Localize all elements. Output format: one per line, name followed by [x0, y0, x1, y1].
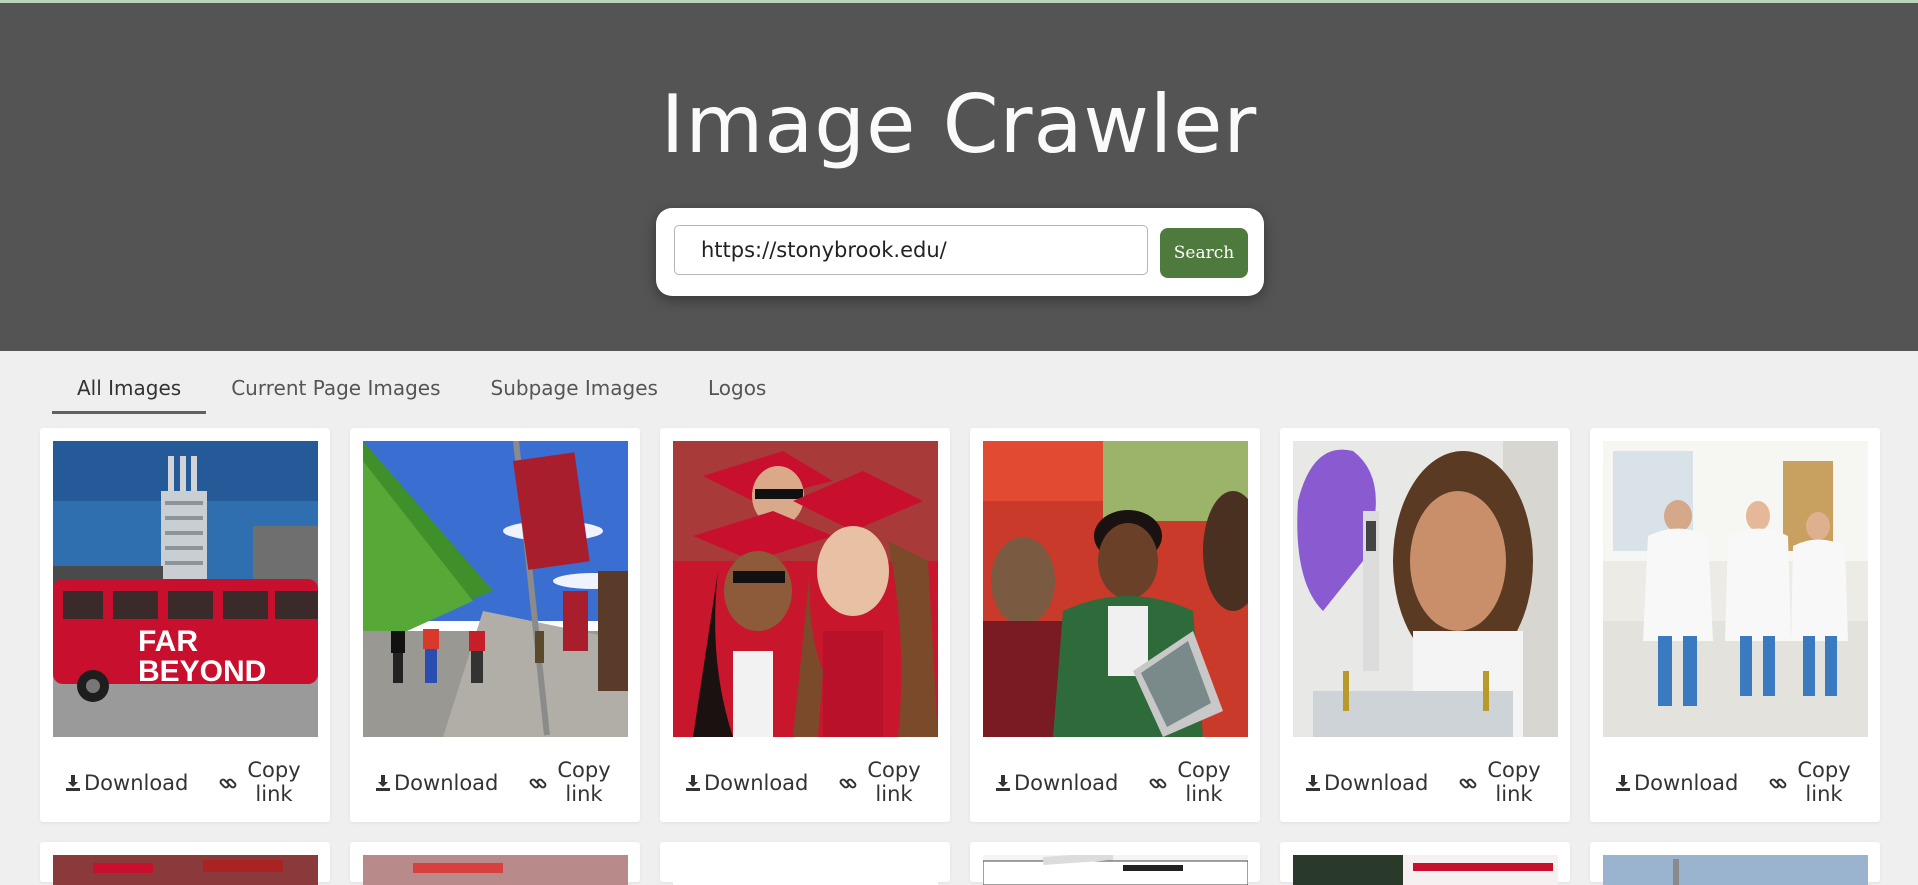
download-label: Download — [704, 771, 809, 795]
card-actions: Download Copy link — [1590, 753, 1880, 809]
image-card — [40, 842, 330, 885]
image-thumbnail[interactable] — [1603, 441, 1868, 737]
copy-link-button[interactable]: Copy link — [1148, 758, 1248, 808]
tab-all-images[interactable]: All Images — [52, 360, 207, 414]
image-thumbnail[interactable] — [983, 855, 1248, 885]
copy-link-label: Copy link — [557, 758, 611, 806]
hero-header: Image Crawler Search — [0, 3, 1918, 351]
search-button[interactable]: Search — [1160, 228, 1248, 278]
card-actions: Download Copy link — [1280, 753, 1570, 809]
card-actions: Download Copy link — [350, 753, 640, 809]
download-button[interactable]: Download — [1304, 771, 1428, 795]
image-thumbnail[interactable] — [983, 441, 1248, 737]
download-icon — [686, 775, 700, 791]
bus-caption-1: FAR — [138, 625, 198, 658]
image-card — [660, 842, 950, 885]
copy-link-button[interactable]: Copy link — [218, 758, 318, 808]
link-icon — [839, 778, 857, 789]
image-card: Download Copy link — [1590, 428, 1880, 822]
image-card: Download Copy link — [660, 428, 950, 822]
copy-link-label: Copy link — [1487, 758, 1541, 806]
bus-caption-2: BEYOND — [138, 655, 266, 688]
image-thumbnail[interactable] — [363, 855, 628, 885]
copy-link-label: Copy link — [1177, 758, 1231, 806]
download-label: Download — [1324, 771, 1429, 795]
image-thumbnail[interactable] — [673, 855, 938, 885]
image-card — [1590, 842, 1880, 885]
image-thumbnail[interactable] — [1293, 441, 1558, 737]
card-actions: Download Copy link — [660, 753, 950, 809]
link-icon — [219, 778, 237, 789]
download-label: Download — [1634, 771, 1739, 795]
image-thumbnail[interactable] — [1603, 855, 1868, 885]
search-panel: Search — [656, 208, 1264, 296]
tab-current-page-images[interactable]: Current Page Images — [206, 360, 465, 414]
card-actions: Download Copy link — [970, 753, 1260, 809]
image-card: Download Copy link — [350, 428, 640, 822]
copy-link-button[interactable]: Copy link — [1768, 758, 1868, 808]
tab-bar: All Images Current Page Images Subpage I… — [52, 360, 791, 416]
download-icon — [66, 775, 80, 791]
image-card: Download Copy link — [1280, 428, 1570, 822]
download-icon — [1306, 775, 1320, 791]
download-icon — [1616, 775, 1630, 791]
copy-link-button[interactable]: Copy link — [528, 758, 628, 808]
download-icon — [376, 775, 390, 791]
card-actions: Download Copy link — [40, 753, 330, 809]
download-label: Download — [1014, 771, 1119, 795]
url-input[interactable] — [674, 225, 1148, 275]
copy-link-label: Copy link — [1797, 758, 1851, 806]
tab-logos[interactable]: Logos — [683, 360, 791, 414]
image-card: FAR BEYOND Download Copy link — [40, 428, 330, 822]
download-label: Download — [394, 771, 499, 795]
image-card — [970, 842, 1260, 885]
link-icon — [529, 778, 547, 789]
copy-link-label: Copy link — [247, 758, 301, 806]
download-icon — [996, 775, 1010, 791]
link-icon — [1769, 778, 1787, 789]
download-label: Download — [84, 771, 189, 795]
image-thumbnail[interactable] — [1293, 855, 1558, 885]
copy-link-button[interactable]: Copy link — [1458, 758, 1558, 808]
image-thumbnail[interactable]: FAR BEYOND — [53, 441, 318, 737]
download-button[interactable]: Download — [1614, 771, 1738, 795]
copy-link-button[interactable]: Copy link — [838, 758, 938, 808]
image-card — [350, 842, 640, 885]
link-icon — [1459, 778, 1477, 789]
download-button[interactable]: Download — [684, 771, 808, 795]
image-thumbnail[interactable] — [53, 855, 318, 885]
download-button[interactable]: Download — [64, 771, 188, 795]
download-button[interactable]: Download — [994, 771, 1118, 795]
page-title: Image Crawler — [660, 78, 1258, 171]
image-card: Download Copy link — [970, 428, 1260, 822]
copy-link-label: Copy link — [867, 758, 921, 806]
download-button[interactable]: Download — [374, 771, 498, 795]
tab-subpage-images[interactable]: Subpage Images — [466, 360, 683, 414]
link-icon — [1149, 778, 1167, 789]
image-card — [1280, 842, 1570, 885]
image-thumbnail[interactable] — [363, 441, 628, 737]
image-thumbnail[interactable] — [673, 441, 938, 737]
